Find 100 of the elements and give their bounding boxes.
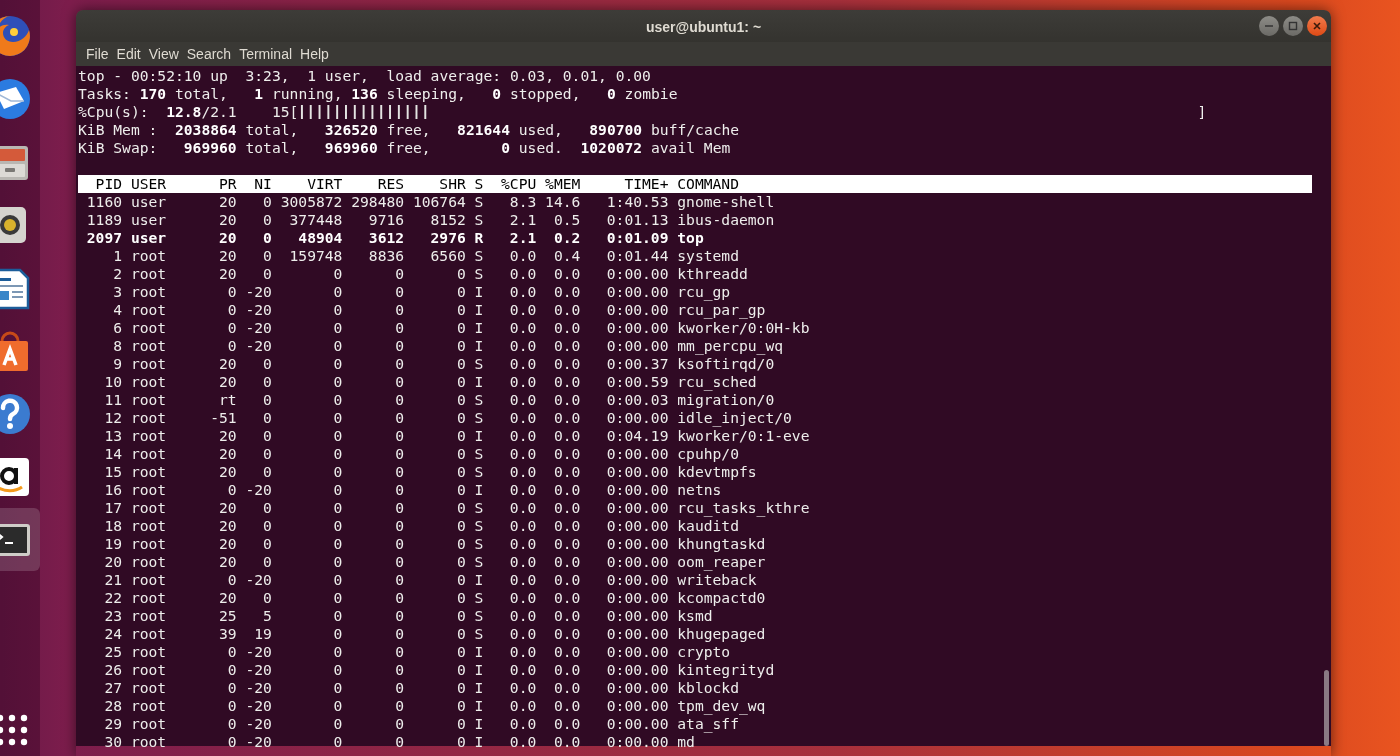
table-cell-text: root bbox=[129, 499, 168, 517]
table-cell-text: tpm_dev_wq bbox=[676, 697, 766, 715]
table-cell-text: 0.0 bbox=[508, 481, 537, 499]
minimize-button[interactable] bbox=[1259, 16, 1279, 36]
table-cell-text: S bbox=[473, 391, 484, 409]
table-cell-text: 0 bbox=[455, 355, 466, 373]
table-cell-text: I bbox=[473, 715, 484, 733]
table-cell-text: -20 bbox=[244, 319, 272, 337]
table-cell-text: 0.0 bbox=[508, 625, 537, 643]
table-cell-text: 0 bbox=[332, 553, 343, 571]
table-cell-text: 0 bbox=[394, 301, 405, 319]
table-cell-text: root bbox=[129, 643, 168, 661]
table-cell-text: 0:00.00 bbox=[605, 463, 669, 481]
table-cell-text: -51 bbox=[209, 409, 237, 427]
status-line: KiB Mem : 2038864 total, 326520 free, 821644 used, 890700 buff/cache bbox=[78, 121, 740, 138]
table-cell-text: oom_reaper bbox=[676, 553, 766, 571]
table-cell-text: 0 bbox=[455, 373, 466, 391]
table-cell-text: 0 bbox=[394, 625, 405, 643]
table-cell-text: 0:00.00 bbox=[605, 589, 669, 607]
table-cell-text: 0 bbox=[226, 715, 237, 733]
table-cell-text: root bbox=[129, 463, 168, 481]
table-cell-text: 3612 bbox=[367, 229, 405, 247]
table-cell-text: 0 bbox=[262, 517, 272, 535]
menu-item[interactable]: Search bbox=[182, 42, 236, 66]
table-cell-text: 0 bbox=[262, 391, 272, 409]
table-cell-text: 0:00.00 bbox=[605, 679, 669, 697]
table-cell-text: user bbox=[129, 211, 168, 229]
table-cell-text: -20 bbox=[244, 283, 272, 301]
table-cell-text: 0 bbox=[332, 319, 343, 337]
table-cell-text: 0 bbox=[262, 427, 272, 445]
table-cell-text: netns bbox=[676, 481, 722, 499]
table-cell-text: root bbox=[129, 391, 168, 409]
table-cell-text: 0 bbox=[455, 697, 466, 715]
table-cell-text: 0.0 bbox=[508, 409, 537, 427]
table-cell-text: 0 bbox=[262, 265, 272, 283]
table-cell-text: 0.0 bbox=[552, 319, 581, 337]
table-cell-text: 16 bbox=[103, 481, 123, 499]
table-cell-text: 8152 bbox=[429, 211, 466, 229]
table-cell-text: 0 bbox=[262, 247, 272, 265]
cpu-summary: %Cpu(s): 12.8/2.1 15 bbox=[78, 103, 290, 120]
table-cell-text: 0 bbox=[455, 535, 466, 553]
table-cell-text: 0 bbox=[332, 715, 343, 733]
menu-item[interactable]: Help bbox=[296, 42, 333, 66]
table-cell-text: root bbox=[129, 553, 168, 571]
table-cell-text: I bbox=[473, 373, 484, 391]
table-cell-text: 6 bbox=[112, 319, 123, 337]
table-cell-text: 20 bbox=[218, 445, 237, 463]
table-cell-text: 0 bbox=[226, 337, 237, 355]
table-cell-text: 20 bbox=[218, 373, 237, 391]
maximize-button[interactable] bbox=[1283, 16, 1303, 36]
table-cell-text: R bbox=[473, 229, 484, 247]
table-cell-text: 0.0 bbox=[552, 571, 581, 589]
table-cell-text: I bbox=[473, 679, 484, 697]
table-cell-text: 18 bbox=[103, 517, 123, 535]
table-cell-text: 0 bbox=[262, 229, 272, 247]
scrollbar-thumb[interactable] bbox=[1324, 670, 1329, 746]
dock-launcher[interactable] bbox=[0, 508, 40, 571]
table-cell-text: 0.0 bbox=[552, 265, 581, 283]
table-cell-text: 0 bbox=[262, 553, 272, 571]
table-cell-text: 0 bbox=[394, 409, 405, 427]
menu-item[interactable]: View bbox=[144, 42, 183, 66]
table-cell-text: 0.0 bbox=[508, 679, 537, 697]
table-cell-text: 0.0 bbox=[552, 517, 581, 535]
table-cell-text: root bbox=[129, 481, 168, 499]
table-cell-text: S bbox=[473, 247, 484, 265]
table-cell-text: 0 bbox=[455, 283, 466, 301]
table-cell-text: -20 bbox=[244, 337, 272, 355]
table-cell-text: gnome-shell bbox=[676, 193, 775, 211]
menu-item[interactable]: Terminal bbox=[235, 42, 297, 66]
table-cell-text: root bbox=[129, 337, 168, 355]
table-cell-text: cpuhp/0 bbox=[676, 445, 739, 463]
table-cell-text: 0.0 bbox=[552, 643, 581, 661]
table-cell-text: 0 bbox=[332, 445, 343, 463]
table-cell-text: S bbox=[473, 589, 484, 607]
menu-item[interactable]: File bbox=[82, 42, 113, 66]
table-cell-text: 13 bbox=[103, 427, 123, 445]
table-cell-text: 0 bbox=[394, 535, 405, 553]
column-header: PID bbox=[94, 175, 123, 193]
table-cell-text: 0 bbox=[332, 733, 343, 751]
table-cell-text: 0.0 bbox=[508, 373, 537, 391]
column-header: COMMAND bbox=[676, 175, 739, 193]
table-cell-text: 0 bbox=[455, 589, 466, 607]
table-cell-text: 0.0 bbox=[552, 301, 581, 319]
table-cell-text: 0 bbox=[332, 571, 343, 589]
table-cell-text: 0 bbox=[332, 355, 343, 373]
table-cell-text: 27 bbox=[103, 679, 123, 697]
table-cell-text: 6560 bbox=[429, 247, 466, 265]
table-cell-text: 0 bbox=[332, 535, 343, 553]
menu-item[interactable]: Edit bbox=[112, 42, 145, 66]
table-cell-text: 0:00.00 bbox=[605, 535, 669, 553]
table-cell-text: migration/0 bbox=[676, 391, 775, 409]
close-button[interactable] bbox=[1307, 16, 1327, 36]
table-cell-text: -20 bbox=[244, 481, 272, 499]
table-cell-text: 0 bbox=[226, 319, 237, 337]
table-cell-text: 48904 bbox=[297, 229, 343, 247]
table-cell-text: 2976 bbox=[429, 229, 466, 247]
table-cell-text: 0:00.00 bbox=[605, 625, 669, 643]
table-cell-text: ata_sff bbox=[676, 715, 739, 733]
table-cell-text: kthreadd bbox=[676, 265, 748, 283]
table-cell-text: -20 bbox=[244, 679, 272, 697]
